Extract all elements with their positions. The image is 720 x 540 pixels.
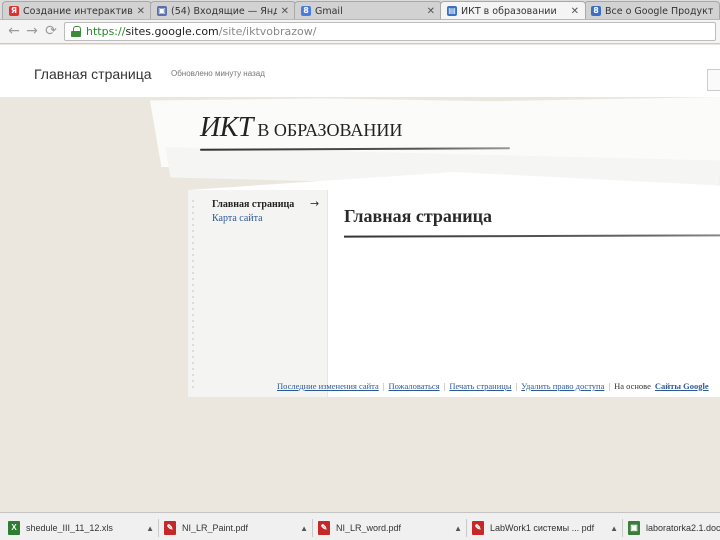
powered-by-text: На основе <box>614 381 651 391</box>
tab-title: ИКТ в образовании <box>461 5 557 17</box>
arrow-right-icon: → <box>310 197 320 210</box>
remove-access-link[interactable]: Удалить право доступа <box>521 381 604 391</box>
url-scheme: https:// <box>86 25 126 38</box>
download-shelf: X shedule_III_11_12.xls ▲ ✎ NI_LR_Paint.… <box>0 512 720 540</box>
site-name[interactable]: ИКТ В ОБРАЗОВАНИИ <box>200 112 402 144</box>
image-file-icon: ▣ <box>628 521 640 535</box>
pdf-file-icon: ✎ <box>164 521 176 535</box>
download-separator <box>312 519 313 537</box>
tab-title: Все о Google Продукты <box>605 5 713 17</box>
sidebar-item-sitemap[interactable]: Карта сайта <box>212 213 263 224</box>
download-item[interactable]: ✎ NI_LR_word.pdf ▲ <box>318 519 462 537</box>
google-sites-link[interactable]: Сайты Google <box>655 381 709 391</box>
sites-page-title: Главная страница <box>34 66 152 82</box>
google-icon: 8 <box>591 6 601 16</box>
footer-separator: | <box>515 381 518 391</box>
recent-changes-link[interactable]: Последние изменения сайта <box>277 381 379 391</box>
perforation-decoration <box>192 198 194 388</box>
edit-panel-tab[interactable] <box>707 69 720 91</box>
back-icon[interactable]: ← <box>6 23 22 39</box>
footer-separator: | <box>608 381 611 391</box>
download-filename: NI_LR_Paint.pdf <box>182 523 249 533</box>
print-page-link[interactable]: Печать страницы <box>449 381 511 391</box>
sites-header: Главная страница Обновлено минуту назад <box>0 45 720 97</box>
tab-title: (54) Входящие — Яндекс <box>171 5 277 17</box>
site-name-rest: В ОБРАЗОВАНИИ <box>252 120 403 140</box>
download-filename: shedule_III_11_12.xls <box>26 523 113 533</box>
pdf-file-icon: ✎ <box>472 521 484 535</box>
address-bar[interactable]: https:// sites.google.com /site/iktvobra… <box>64 22 716 41</box>
download-filename: laboratorka2.1.doc <box>646 523 720 533</box>
browser-tab[interactable]: Я Создание интерактивн... ✕ <box>2 1 152 19</box>
tab-title: Gmail <box>315 5 343 17</box>
gmail-icon: 8 <box>301 6 311 16</box>
lock-icon <box>71 26 81 37</box>
browser-toolbar: ← → ⟳ https:// sites.google.com /site/ik… <box>0 20 720 44</box>
document-icon: ▣ <box>157 6 167 16</box>
footer-separator: | <box>382 381 385 391</box>
download-separator <box>466 519 467 537</box>
browser-tab[interactable]: ▣ (54) Входящие — Яндекс ✕ <box>150 1 296 19</box>
download-item[interactable]: ✎ NI_LR_Paint.pdf ▲ <box>164 519 308 537</box>
close-tab-icon[interactable]: ✕ <box>571 6 579 17</box>
google-sites-icon: ▤ <box>447 6 457 16</box>
download-item[interactable]: ✎ LabWork1 системы ... pdf ▲ <box>472 519 618 537</box>
browser-tab-active[interactable]: ▤ ИКТ в образовании ✕ <box>440 1 586 19</box>
footer-links: Последние изменения сайта | Пожаловаться | П… <box>277 381 720 393</box>
reload-icon[interactable]: ⟳ <box>43 23 59 39</box>
download-separator <box>622 519 623 537</box>
yandex-mail-icon: Я <box>9 6 19 16</box>
url-path: /site/iktvobrazow/ <box>218 25 317 38</box>
caret-up-icon[interactable]: ▲ <box>300 524 308 533</box>
caret-up-icon[interactable]: ▲ <box>610 524 618 533</box>
url-host: sites.google.com <box>125 25 219 38</box>
excel-file-icon: X <box>8 521 20 535</box>
pdf-file-icon: ✎ <box>318 521 330 535</box>
tab-title: Создание интерактивн... <box>23 5 133 17</box>
close-tab-icon[interactable]: ✕ <box>137 6 145 17</box>
page-heading: Главная страница <box>344 206 493 226</box>
download-filename: NI_LR_word.pdf <box>336 523 402 533</box>
download-separator <box>158 519 159 537</box>
download-item[interactable]: ▣ laboratorka2.1.doc <box>628 519 720 537</box>
last-updated-text: Обновлено минуту назад <box>171 69 265 78</box>
browser-tab[interactable]: 8 Все о Google Продукты <box>584 1 720 19</box>
close-tab-icon[interactable]: ✕ <box>427 6 435 17</box>
browser-tab-strip: Я Создание интерактивн... ✕ ▣ (54) Входя… <box>0 0 720 20</box>
forward-icon[interactable]: → <box>24 23 40 39</box>
sidebar-item-home[interactable]: Главная страница <box>212 199 294 210</box>
close-tab-icon[interactable]: ✕ <box>281 6 289 17</box>
download-item[interactable]: X shedule_III_11_12.xls ▲ <box>8 519 154 537</box>
site-name-big: ИКТ <box>200 112 253 143</box>
footer-separator: | <box>443 381 446 391</box>
browser-tab[interactable]: 8 Gmail ✕ <box>294 1 442 19</box>
report-abuse-link[interactable]: Пожаловаться <box>388 381 439 391</box>
caret-up-icon[interactable]: ▲ <box>146 524 154 533</box>
download-filename: LabWork1 системы ... pdf <box>490 523 595 533</box>
caret-up-icon[interactable]: ▲ <box>454 524 462 533</box>
